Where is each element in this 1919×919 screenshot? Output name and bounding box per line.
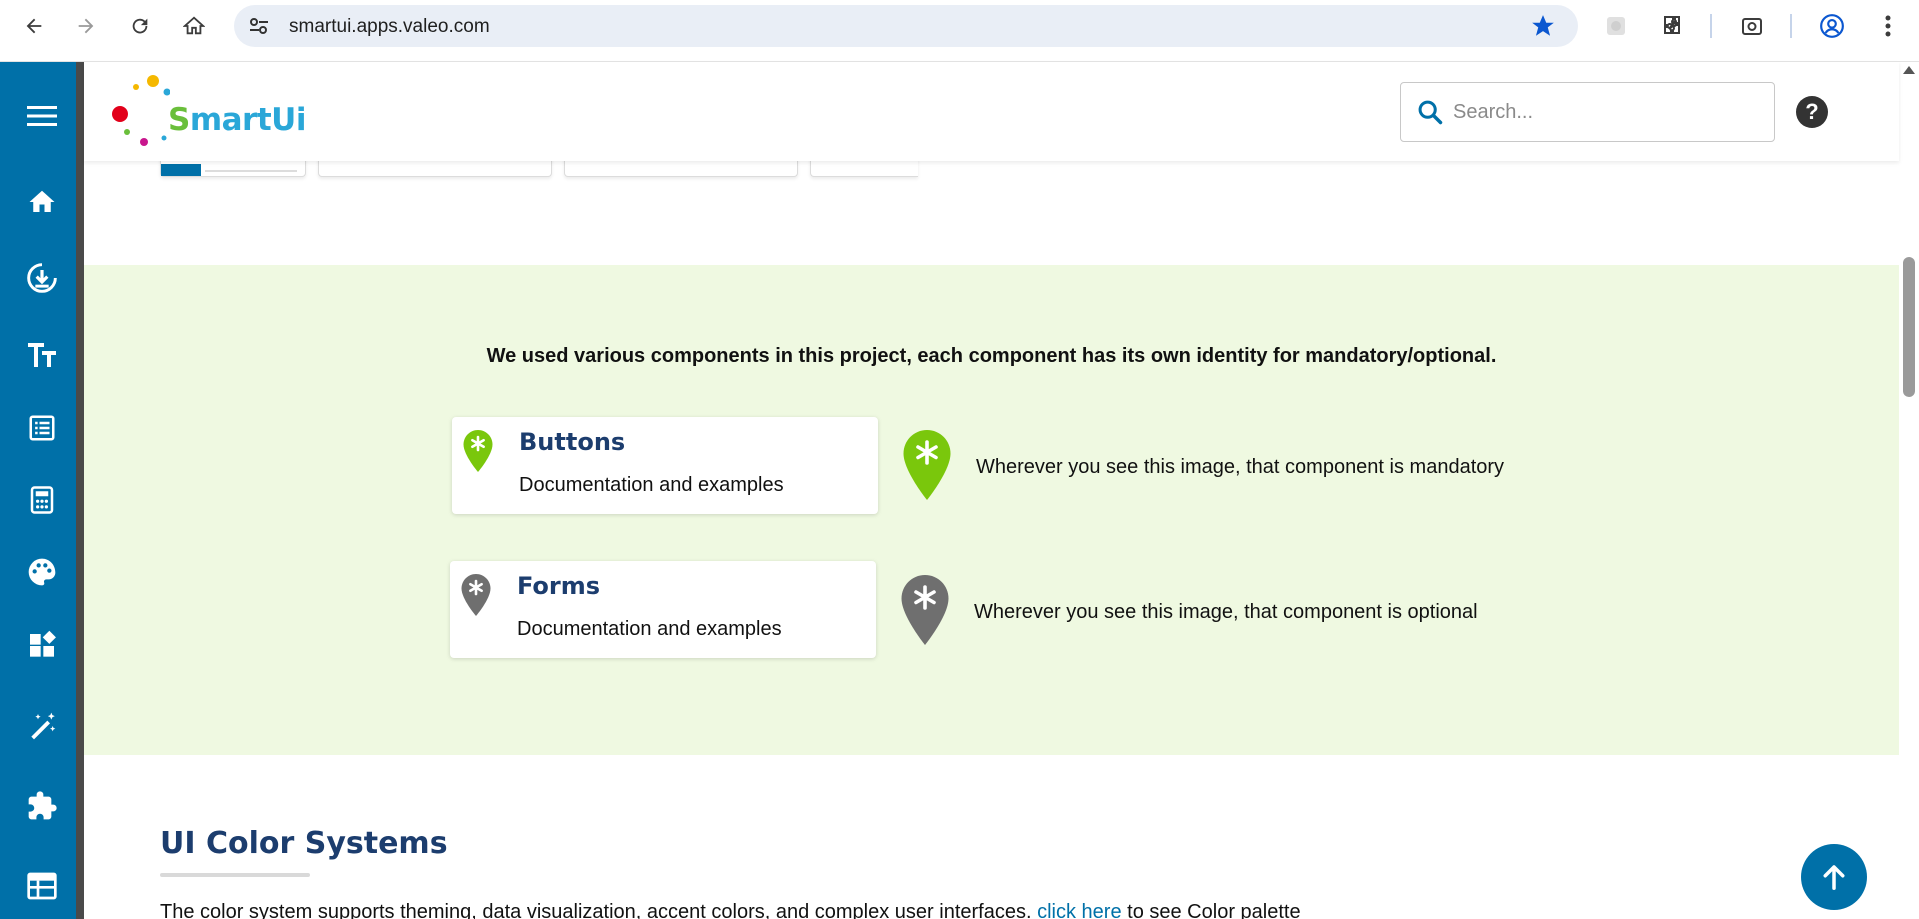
card-title: Buttons — [519, 428, 626, 456]
back-arrow-icon[interactable] — [18, 10, 50, 42]
carousel-card[interactable] — [810, 161, 918, 177]
puzzle-icon[interactable] — [22, 786, 62, 826]
component-identity-section: We used various components in this proje… — [84, 265, 1899, 755]
color-palette-link[interactable]: click here — [1037, 901, 1121, 919]
widgets-icon[interactable] — [22, 626, 62, 666]
optional-pin-icon — [901, 575, 949, 645]
hamburger-icon[interactable] — [22, 96, 62, 136]
page-scrollbar[interactable] — [1899, 62, 1919, 919]
identity-intro-text: We used various components in this proje… — [486, 345, 1497, 367]
calculator-icon[interactable] — [22, 480, 62, 520]
card-description: Documentation and examples — [517, 618, 782, 640]
kebab-menu-icon[interactable] — [1872, 10, 1904, 42]
bookmark-star-icon[interactable] — [1530, 13, 1556, 39]
buttons-card[interactable]: Buttons Documentation and examples — [452, 417, 878, 514]
main-content: We used various components in this proje… — [84, 161, 1899, 919]
arrow-up-icon — [1823, 865, 1845, 890]
download-circle-icon[interactable] — [22, 258, 62, 298]
scroll-thumb[interactable] — [1903, 257, 1915, 397]
title-underline — [160, 873, 310, 877]
extension-icon[interactable] — [1600, 10, 1632, 42]
sidebar-divider — [76, 62, 84, 919]
help-icon[interactable]: ? — [1796, 96, 1828, 128]
forward-arrow-icon[interactable] — [70, 10, 102, 42]
url-text: smartui.apps.valeo.com — [289, 16, 490, 37]
puzzle-icon[interactable] — [1656, 10, 1688, 42]
address-bar[interactable]: smartui.apps.valeo.com — [234, 5, 1578, 47]
search-input[interactable] — [1453, 97, 1753, 127]
carousel-card[interactable] — [318, 161, 552, 177]
optional-legend-text: Wherever you see this image, that compon… — [974, 601, 1478, 623]
list-form-icon[interactable] — [22, 408, 62, 448]
carousel-card[interactable] — [564, 161, 798, 177]
app-header: SmartUi ? — [84, 62, 1899, 161]
browser-toolbar: smartui.apps.valeo.com — [0, 0, 1919, 62]
mandatory-pin-icon — [463, 430, 493, 472]
color-system-description: The color system supports theming, data … — [160, 901, 1301, 919]
optional-pin-icon — [461, 574, 491, 616]
card-description: Documentation and examples — [519, 474, 784, 496]
section-title: UI Color Systems — [160, 826, 448, 861]
magic-wand-icon[interactable] — [22, 706, 62, 746]
mandatory-legend-text: Wherever you see this image, that compon… — [976, 456, 1505, 478]
search-icon — [1418, 100, 1443, 125]
carousel-card[interactable] — [160, 161, 306, 177]
forms-card[interactable]: Forms Documentation and examples — [450, 561, 876, 658]
text-size-icon[interactable] — [22, 334, 62, 374]
app-sidebar — [0, 62, 76, 919]
palette-icon[interactable] — [22, 552, 62, 592]
table-icon[interactable] — [22, 866, 62, 906]
scroll-up-arrow-icon[interactable] — [1903, 66, 1915, 74]
reload-icon[interactable] — [124, 10, 156, 42]
home-icon[interactable] — [178, 10, 210, 42]
smartui-logo[interactable]: SmartUi — [110, 74, 306, 149]
mandatory-pin-icon — [903, 430, 951, 500]
search-box[interactable] — [1400, 82, 1775, 142]
site-info-icon[interactable] — [248, 16, 270, 36]
logo-text: SmartUi — [168, 102, 306, 138]
back-to-top-button[interactable] — [1801, 844, 1867, 910]
profile-icon[interactable] — [1816, 10, 1848, 42]
home-icon[interactable] — [22, 182, 62, 222]
screenshot-icon[interactable] — [1736, 10, 1768, 42]
card-title: Forms — [517, 572, 601, 600]
